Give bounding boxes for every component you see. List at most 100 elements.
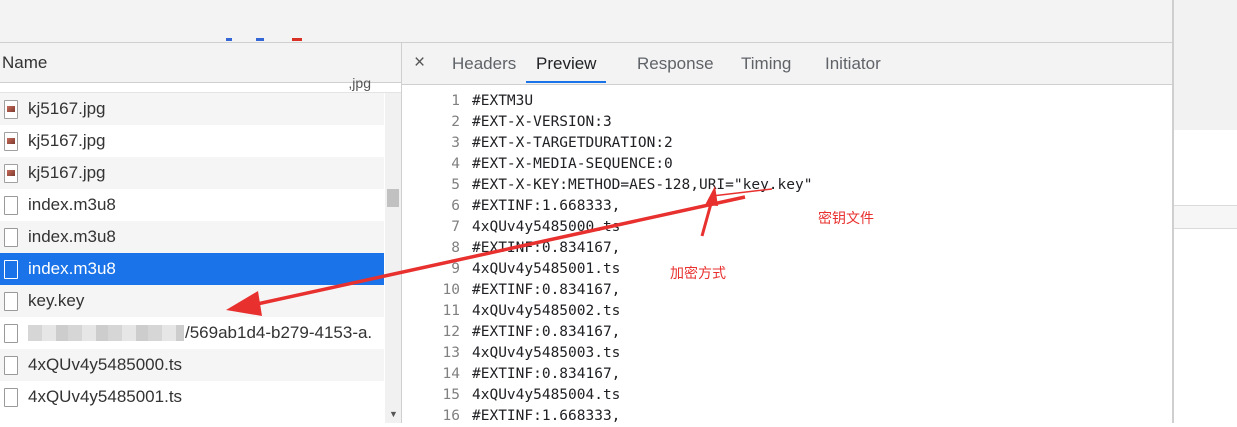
code-text: #EXTINF:0.834167, bbox=[472, 324, 621, 340]
tab-headers[interactable]: Headers bbox=[452, 43, 516, 84]
line-number: 2 bbox=[451, 114, 460, 130]
code-line: 2 #EXT-X-VERSION:3 bbox=[402, 112, 1172, 133]
code-line: 5 #EXT-X-KEY:METHOD=AES-128,URI="key.key" bbox=[402, 175, 1172, 196]
line-number: 14 bbox=[442, 366, 460, 382]
line-number: 10 bbox=[442, 282, 460, 298]
request-name: 4xQUv4y5485000.ts bbox=[28, 355, 183, 374]
code-text: 4xQUv4y5485004.ts bbox=[472, 387, 621, 403]
code-line: 12 #EXTINF:0.834167, bbox=[402, 322, 1172, 343]
detail-tabbar: × Headers Preview Response Timing Initia… bbox=[402, 43, 1172, 85]
list-scrollbar[interactable]: ▼ bbox=[385, 93, 401, 423]
request-name: index.m3u8 bbox=[28, 259, 116, 278]
request-row[interactable]: index.m3u8 bbox=[0, 221, 384, 253]
request-name: index.m3u8 bbox=[28, 195, 116, 214]
preview-panel: × Headers Preview Response Timing Initia… bbox=[402, 43, 1172, 424]
document-file-icon bbox=[4, 387, 18, 407]
line-number: 4 bbox=[451, 156, 460, 172]
document-file-icon bbox=[4, 291, 18, 311]
request-row[interactable]: key.key bbox=[0, 285, 384, 317]
code-text: #EXT-X-MEDIA-SEQUENCE:0 bbox=[472, 156, 673, 172]
request-name: index.m3u8 bbox=[28, 227, 116, 246]
code-text: #EXTM3U bbox=[472, 93, 534, 109]
request-row[interactable]: index.m3u8 bbox=[0, 189, 384, 221]
line-number: 6 bbox=[451, 198, 460, 214]
request-name: /569ab1d4-b279-4153-a. bbox=[185, 323, 373, 342]
code-text: 4xQUv4y5485000.ts bbox=[472, 219, 621, 235]
code-text: #EXT-X-TARGETDURATION:2 bbox=[472, 135, 673, 151]
request-name: key.key bbox=[28, 291, 85, 310]
request-row[interactable]: kj5167.jpg bbox=[0, 157, 384, 189]
scrollbar-thumb[interactable] bbox=[387, 189, 399, 207]
background-window bbox=[1174, 0, 1237, 423]
tab-initiator[interactable]: Initiator bbox=[825, 43, 881, 84]
request-row[interactable]: kj5167.jpg bbox=[0, 93, 384, 125]
code-text: #EXTINF:1.668333, bbox=[472, 198, 621, 214]
name-column-header[interactable]: Name bbox=[0, 43, 401, 83]
code-line: 1 #EXTM3U bbox=[402, 91, 1172, 112]
top-fragment bbox=[226, 38, 232, 41]
code-text: #EXTINF:1.668333, bbox=[472, 408, 621, 424]
code-line: 13 4xQUv4y5485003.ts bbox=[402, 343, 1172, 364]
request-name: kj5167.jpg bbox=[28, 163, 106, 182]
code-text: 4xQUv4y5485001.ts bbox=[472, 261, 621, 277]
code-line: 16 #EXTINF:1.668333, bbox=[402, 406, 1172, 427]
line-number: 15 bbox=[442, 387, 460, 403]
line-number: 16 bbox=[442, 408, 460, 424]
request-rows: kj5167.jpg kj5167.jpg kj5167.jpg index.m3u8… bbox=[0, 93, 384, 413]
line-number: 8 bbox=[451, 240, 460, 256]
image-file-icon bbox=[4, 163, 18, 183]
request-row[interactable]: /569ab1d4-b279-4153-a. bbox=[0, 317, 384, 349]
document-file-icon bbox=[4, 323, 18, 343]
document-file-icon bbox=[4, 355, 18, 375]
line-number: 1 bbox=[451, 93, 460, 109]
document-file-icon bbox=[4, 195, 18, 215]
code-line: 15 4xQUv4y5485004.ts bbox=[402, 385, 1172, 406]
code-text: 4xQUv4y5485003.ts bbox=[472, 345, 621, 361]
code-text: #EXT-X-KEY:METHOD=AES-128,URI="key.key" bbox=[472, 177, 813, 193]
request-row[interactable]: index.m3u8 bbox=[0, 253, 384, 285]
top-fragment bbox=[292, 38, 302, 41]
tab-preview[interactable]: Preview bbox=[526, 43, 607, 83]
top-fragment bbox=[256, 38, 264, 41]
request-name: kj5167.jpg bbox=[28, 131, 106, 150]
close-icon[interactable]: × bbox=[414, 52, 425, 74]
line-number: 5 bbox=[451, 177, 460, 193]
code-text: #EXT-X-VERSION:3 bbox=[472, 114, 612, 130]
code-line: 10 #EXTINF:0.834167, bbox=[402, 280, 1172, 301]
code-text: #EXTINF:0.834167, bbox=[472, 240, 621, 256]
code-line: 14 #EXTINF:0.834167, bbox=[402, 364, 1172, 385]
request-row[interactable]: 4xQUv4y5485001.ts bbox=[0, 381, 384, 413]
redacted-text bbox=[28, 325, 184, 341]
request-row[interactable]: 4xQUv4y5485000.ts bbox=[0, 349, 384, 381]
line-number: 9 bbox=[451, 261, 460, 277]
annotation-key-file: 密钥文件 bbox=[818, 210, 874, 226]
tab-timing[interactable]: Timing bbox=[741, 43, 791, 84]
request-list-panel: Name ,jpg kj5167.jpg kj5167.jpg kj5167.jpg… bbox=[0, 43, 402, 423]
line-number: 11 bbox=[442, 303, 460, 319]
line-number: 13 bbox=[442, 345, 460, 361]
line-number: 3 bbox=[451, 135, 460, 151]
document-file-icon bbox=[4, 227, 18, 247]
document-file-icon bbox=[4, 259, 18, 279]
code-line: 4 #EXT-X-MEDIA-SEQUENCE:0 bbox=[402, 154, 1172, 175]
code-text: #EXTINF:0.834167, bbox=[472, 366, 621, 382]
code-line: 8 #EXTINF:0.834167, bbox=[402, 238, 1172, 259]
code-line: 11 4xQUv4y5485002.ts bbox=[402, 301, 1172, 322]
request-name: 4xQUv4y5485001.ts bbox=[28, 387, 183, 406]
request-row[interactable]: kj5167.jpg bbox=[0, 125, 384, 157]
code-line: 7 4xQUv4y5485000.ts bbox=[402, 217, 1172, 238]
code-text: 4xQUv4y5485002.ts bbox=[472, 303, 621, 319]
request-name: kj5167.jpg bbox=[28, 99, 106, 118]
devtools-top-strip bbox=[0, 0, 1172, 43]
scroll-down-arrow-icon[interactable]: ▼ bbox=[389, 410, 398, 419]
line-number: 7 bbox=[451, 219, 460, 235]
code-text: #EXTINF:0.834167, bbox=[472, 282, 621, 298]
code-line: 9 4xQUv4y5485001.ts bbox=[402, 259, 1172, 280]
annotation-encryption-method: 加密方式 bbox=[670, 265, 726, 281]
line-number: 12 bbox=[442, 324, 460, 340]
code-line: 3 #EXT-X-TARGETDURATION:2 bbox=[402, 133, 1172, 154]
image-file-icon bbox=[4, 99, 18, 119]
tab-response[interactable]: Response bbox=[637, 43, 714, 84]
list-row-partial: ,jpg bbox=[0, 75, 401, 93]
code-line: 6 #EXTINF:1.668333, bbox=[402, 196, 1172, 217]
